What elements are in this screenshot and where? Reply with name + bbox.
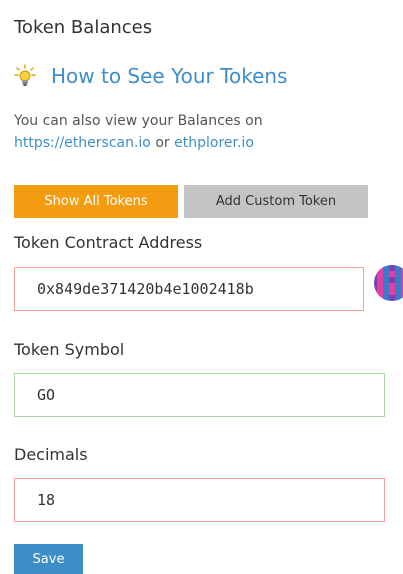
how-to-section: How to See Your Tokens xyxy=(14,64,287,88)
panel-title: Token Balances xyxy=(14,17,153,38)
contract-address-input[interactable]: 0x849de371420b4e1002418b xyxy=(14,267,364,311)
or-text: or xyxy=(150,135,175,151)
how-to-see-tokens-link[interactable]: How to See Your Tokens xyxy=(51,64,287,88)
show-all-tokens-button[interactable]: Show All Tokens xyxy=(14,185,178,218)
add-custom-token-button[interactable]: Add Custom Token xyxy=(184,185,368,218)
etherscan-link[interactable]: https://etherscan.io xyxy=(14,135,151,151)
token-button-row: Show All Tokens Add Custom Token xyxy=(14,185,368,218)
token-symbol-label: Token Symbol xyxy=(14,340,125,359)
decimals-input[interactable]: 18 xyxy=(14,478,385,522)
decimals-label: Decimals xyxy=(14,445,88,464)
token-symbol-input[interactable]: GO xyxy=(14,373,385,417)
contract-address-label: Token Contract Address xyxy=(14,233,203,252)
lightbulb-icon xyxy=(14,64,36,88)
description-text: You can also view your Balances on xyxy=(14,113,263,129)
identicon-icon xyxy=(374,265,403,301)
save-button[interactable]: Save xyxy=(14,544,83,574)
ethplorer-link[interactable]: ethplorer.io xyxy=(174,135,254,151)
balances-description: You can also view your Balances on https… xyxy=(14,110,384,154)
